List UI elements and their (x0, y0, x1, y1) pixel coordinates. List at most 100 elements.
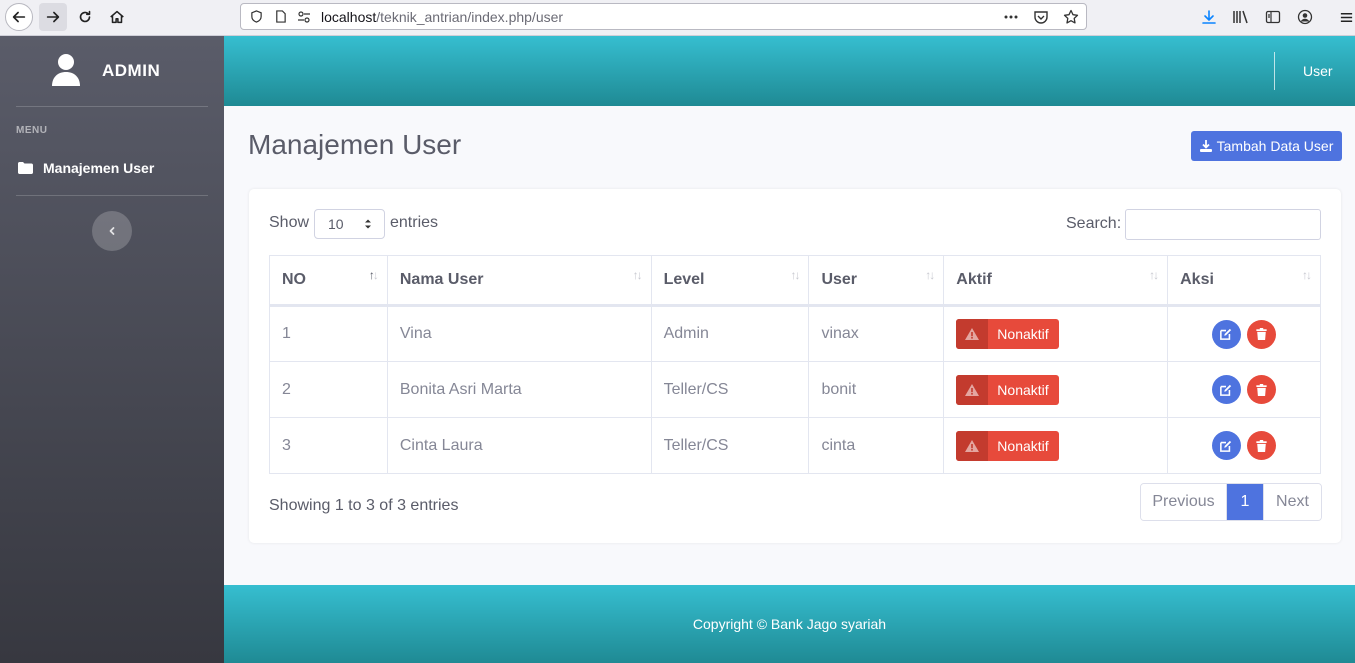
sort-icon: ↑↓ (632, 268, 643, 282)
sidebar-heading: MENU (16, 125, 48, 136)
sort-select-icon (365, 219, 371, 229)
home-icon[interactable] (103, 3, 131, 31)
previous-page-button[interactable]: Previous (1141, 484, 1227, 520)
status-toggle-button[interactable]: Nonaktif (956, 430, 1059, 461)
sort-icon: ↑↓ (1149, 268, 1159, 282)
column-header-user[interactable]: User ↑↓ (808, 255, 945, 307)
edit-button[interactable] (1211, 431, 1241, 460)
more-actions-icon[interactable] (1002, 8, 1020, 26)
next-page-button[interactable]: Next (1263, 484, 1321, 520)
cell-level: Teller/CS (650, 361, 810, 418)
delete-button[interactable] (1247, 375, 1277, 404)
download-icon[interactable] (1198, 6, 1220, 28)
cell-user: cinta (808, 417, 945, 474)
cell-aksi (1167, 361, 1321, 418)
status-label: Nonaktif (997, 381, 1049, 398)
url-text: localhost/teknik_antrian/index.php/user (321, 9, 563, 25)
hamburger-menu-icon[interactable] (1338, 6, 1354, 28)
topbar-divider (1274, 52, 1275, 90)
sidebar-toggle-icon[interactable] (1262, 6, 1284, 28)
trash-icon (1256, 383, 1267, 396)
sidebar-collapse-button[interactable] (92, 211, 132, 251)
sidebar-item-manajemen-user[interactable]: Manajemen User (16, 154, 208, 182)
edit-button[interactable] (1211, 375, 1241, 404)
bookmark-star-icon[interactable] (1062, 8, 1080, 26)
cell-user: vinax (808, 305, 945, 362)
status-toggle-button[interactable]: Nonaktif (956, 374, 1059, 405)
user-icon (52, 54, 80, 86)
column-label: Aktif (956, 271, 992, 288)
sort-icon: ↑↓ (790, 268, 800, 282)
entries-length-select[interactable]: 10 (314, 209, 385, 239)
add-user-button[interactable]: Tambah Data User (1191, 131, 1342, 161)
user-menu[interactable]: User (1303, 63, 1333, 79)
page-icon (273, 10, 287, 24)
cell-aksi (1167, 417, 1321, 474)
status-toggle-button[interactable]: Nonaktif (956, 319, 1059, 349)
column-label: Nama User (399, 271, 484, 288)
trash-icon (1256, 328, 1267, 340)
forward-icon[interactable] (39, 3, 67, 31)
cell-no: 2 (269, 361, 388, 418)
url-bar[interactable]: localhost/teknik_antrian/index.php/user (240, 3, 1087, 30)
status-label: Nonaktif (997, 437, 1049, 454)
delete-button[interactable] (1247, 431, 1277, 460)
folder-icon (18, 162, 33, 174)
edit-icon (1220, 384, 1232, 396)
column-header-level[interactable]: Level ↑↓ (650, 255, 810, 307)
table-row: 3 Cinta Laura Teller/CS cinta Nonaktif (269, 417, 1321, 474)
shield-icon[interactable] (249, 10, 263, 24)
sidebar-item-label: Manajemen User (43, 160, 155, 176)
cell-nama: Vina (386, 305, 652, 362)
delete-button[interactable] (1247, 319, 1277, 349)
cell-aktif: Nonaktif (943, 417, 1169, 474)
search-input[interactable] (1125, 209, 1321, 240)
cell-level: Teller/CS (650, 417, 810, 474)
brand-title: ADMIN (102, 61, 161, 80)
column-header-no[interactable]: NO ↑↓ (269, 255, 388, 307)
topbar: User (224, 36, 1355, 106)
table-header-row: NO ↑↓ Nama User ↑↓ Level ↑↓ User ↑↓ Aktif ↑↓ … (269, 255, 1321, 307)
sidebar-divider (16, 106, 208, 107)
column-header-nama-user[interactable]: Nama User ↑↓ (386, 255, 652, 307)
pocket-icon[interactable] (1032, 8, 1050, 26)
cell-aktif: Nonaktif (943, 305, 1169, 362)
download-icon (1199, 140, 1212, 152)
permissions-icon[interactable] (297, 10, 311, 24)
column-label: User (821, 271, 858, 288)
page-1-button[interactable]: 1 (1227, 484, 1263, 520)
table-info: Showing 1 to 3 of 3 entries (269, 497, 459, 514)
cell-no: 1 (269, 305, 388, 362)
column-header-aktif[interactable]: Aktif ↑↓ (943, 255, 1169, 307)
edit-button[interactable] (1211, 319, 1241, 349)
table-row: 1 Vina Admin vinax Nonaktif (269, 305, 1321, 362)
reload-icon[interactable] (71, 3, 99, 31)
cell-aktif: Nonaktif (943, 361, 1169, 418)
copyright-text: Copyright © Bank Jago syariah (692, 616, 887, 632)
search-label: Search: (1066, 215, 1122, 232)
warning-icon (956, 430, 989, 461)
library-icon[interactable] (1230, 6, 1252, 28)
cell-aksi (1167, 305, 1321, 362)
cell-nama: Cinta Laura (386, 417, 652, 474)
warning-icon (956, 319, 989, 349)
sidebar-brand[interactable]: ADMIN (0, 36, 224, 106)
add-user-label: Tambah Data User (1216, 138, 1334, 154)
url-path: /teknik_antrian/index.php/user (376, 8, 564, 25)
sort-icon: ↑↓ (925, 268, 935, 282)
data-card: Show 10 entries Search: NO ↑↓ Nama User ↑↓… (249, 189, 1341, 543)
trash-icon (1256, 439, 1267, 452)
column-label: NO (282, 271, 306, 288)
entries-length-value: 10 (328, 216, 344, 232)
edit-icon (1220, 328, 1232, 340)
browser-toolbar: localhost/teknik_antrian/index.php/user (0, 0, 1355, 36)
footer: Copyright © Bank Jago syariah (224, 585, 1355, 663)
pagination: Previous 1 Next (1140, 483, 1322, 521)
url-host: localhost (321, 8, 377, 25)
column-header-aksi[interactable]: Aksi ↑↓ (1167, 255, 1321, 307)
account-icon[interactable] (1294, 6, 1316, 28)
warning-icon (956, 374, 989, 405)
back-icon[interactable] (5, 3, 33, 31)
cell-level: Admin (650, 305, 810, 362)
show-label: Show (269, 214, 310, 231)
